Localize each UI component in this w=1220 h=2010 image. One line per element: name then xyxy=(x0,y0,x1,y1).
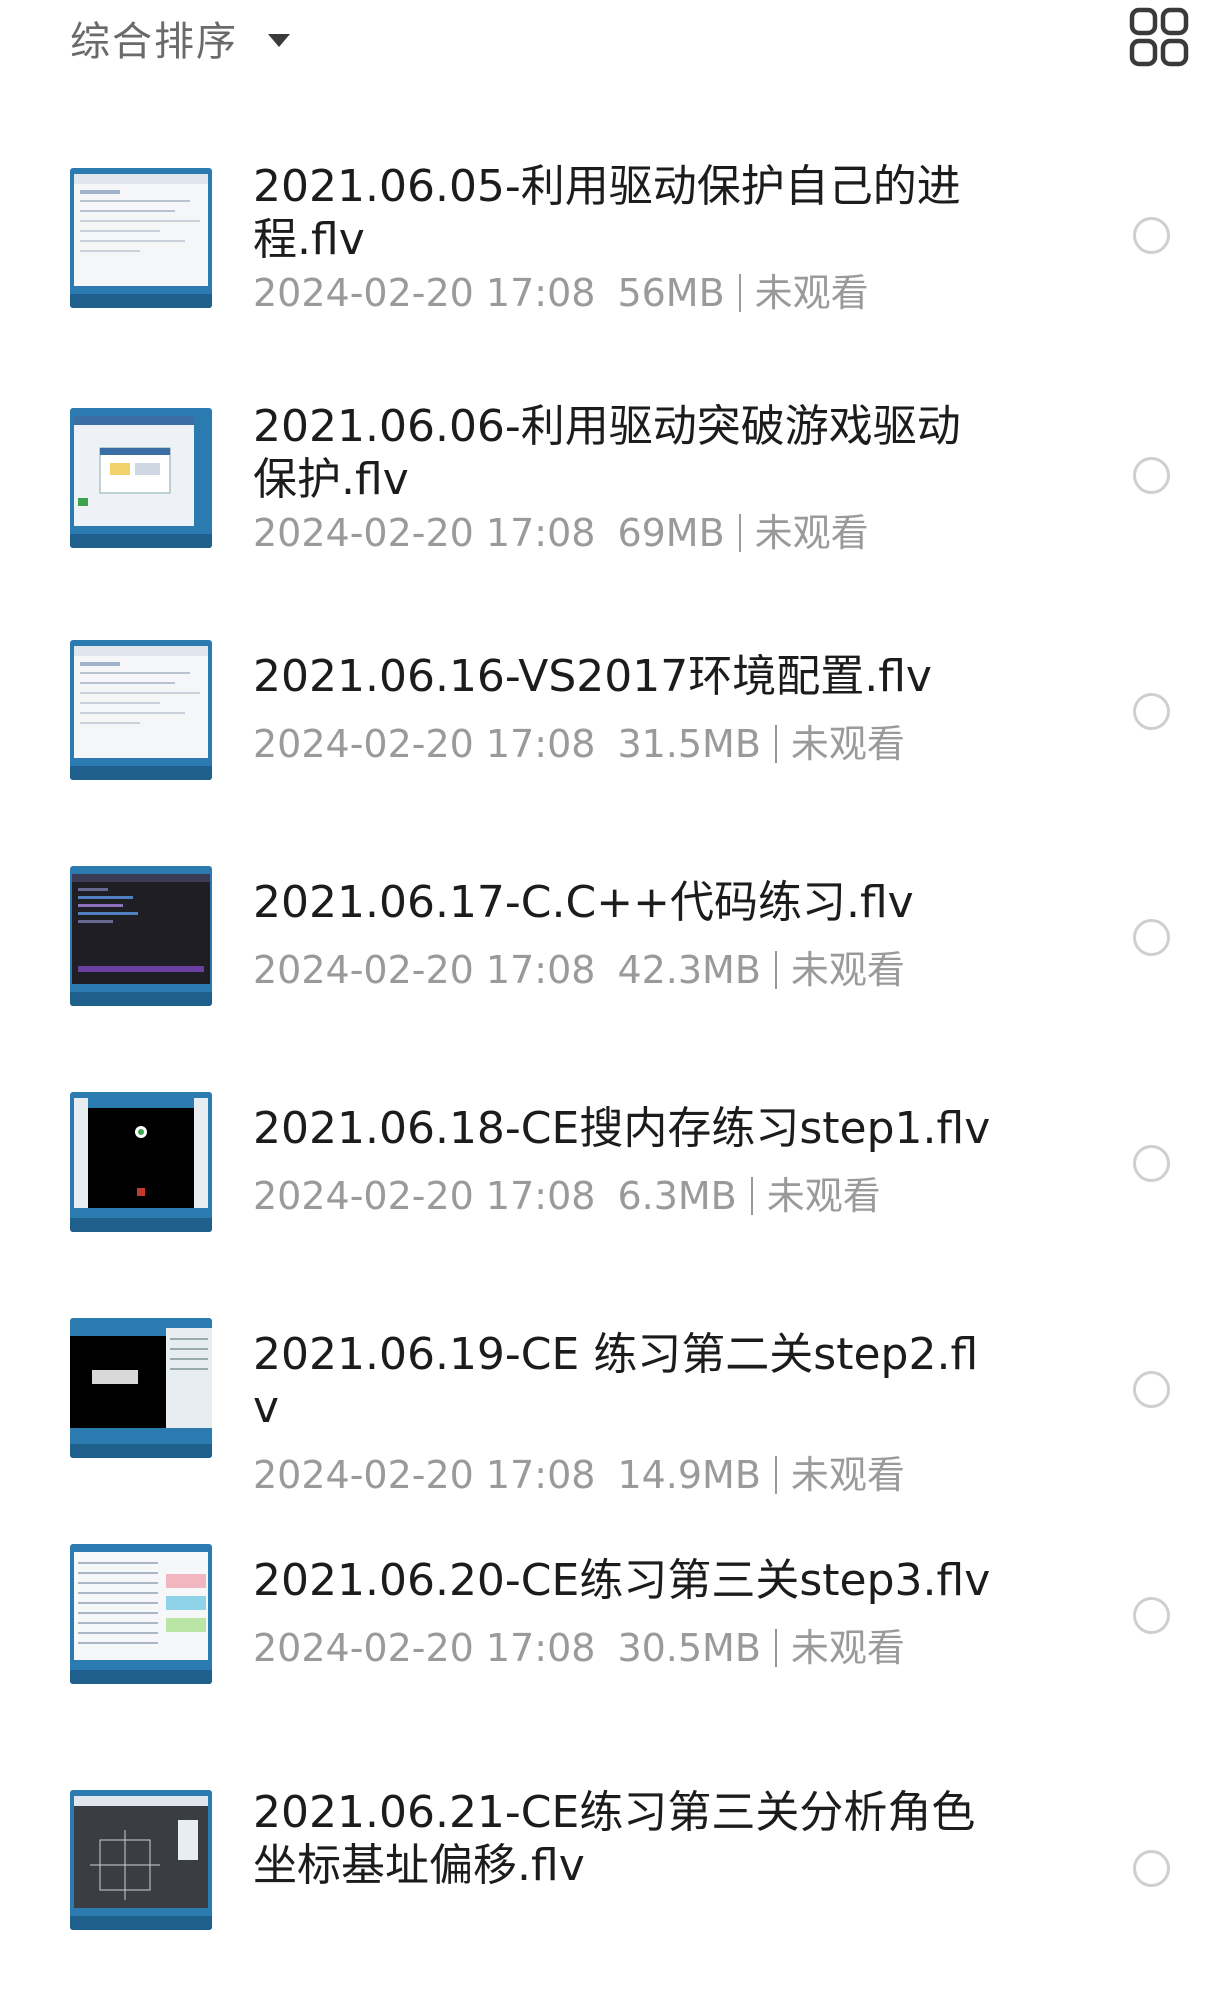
file-title: 2021.06.19-CE 练习第二关step2.flv xyxy=(253,1329,979,1433)
select-checkbox[interactable] xyxy=(1133,1850,1170,1887)
video-thumbnail xyxy=(70,1092,212,1232)
file-meta: 2024-02-20 17:08 56MB 未观看 xyxy=(253,266,993,320)
video-thumbnail xyxy=(70,866,212,1006)
file-date: 2024-02-20 17:08 xyxy=(253,1453,596,1497)
file-date: 2024-02-20 17:08 xyxy=(253,511,596,555)
file-info: 2021.06.21-CE练习第三关分析角色坐标基址偏移.flv xyxy=(253,1786,993,1892)
file-info: 2021.06.18-CE搜内存练习step1.flv 2024-02-20 17… xyxy=(253,1102,993,1223)
video-thumbnail xyxy=(70,640,212,780)
file-list-item[interactable]: 2021.06.06-利用驱动突破游戏驱动保护.flv 2024-02-20 17… xyxy=(0,400,1220,640)
file-list-item[interactable]: 2021.06.18-CE搜内存练习step1.flv 2024-02-20 17… xyxy=(0,1092,1220,1318)
file-list-item[interactable]: 2021.06.20-CE练习第三关step3.flv 2024-02-20 17… xyxy=(0,1544,1220,1770)
file-size: 6.3MB xyxy=(617,1174,737,1218)
file-date: 2024-02-20 17:08 xyxy=(253,1626,596,1670)
file-date: 2024-02-20 17:08 xyxy=(253,722,596,766)
file-list-item[interactable]: 2021.06.05-利用驱动保护自己的进程.flv 2024-02-20 17:… xyxy=(0,160,1220,400)
file-info: 2021.06.17-C.C++代码练习.flv 2024-02-20 17:08… xyxy=(253,876,993,997)
file-info: 2021.06.05-利用驱动保护自己的进程.flv 2024-02-20 17:… xyxy=(253,160,993,320)
video-thumbnail xyxy=(70,408,212,548)
file-title: 2021.06.05-利用驱动保护自己的进程.flv xyxy=(253,161,961,265)
select-checkbox[interactable] xyxy=(1133,693,1170,730)
select-checkbox[interactable] xyxy=(1133,1145,1170,1182)
grid-view-icon[interactable] xyxy=(1128,6,1190,68)
sort-dropdown-button[interactable]: 综合排序 xyxy=(70,10,290,66)
file-list-item[interactable]: 2021.06.16-VS2017环境配置.flv 2024-02-20 17:0… xyxy=(0,640,1220,866)
meta-divider xyxy=(774,951,777,989)
meta-divider xyxy=(774,1456,777,1494)
meta-divider xyxy=(774,1629,777,1667)
file-title: 2021.06.17-C.C++代码练习.flv xyxy=(253,877,914,928)
meta-divider xyxy=(738,274,741,312)
file-meta: 2024-02-20 17:08 30.5MB 未观看 xyxy=(253,1621,993,1675)
select-checkbox[interactable] xyxy=(1133,217,1170,254)
file-meta: 2024-02-20 17:08 6.3MB 未观看 xyxy=(253,1169,993,1223)
file-title: 2021.06.16-VS2017环境配置.flv xyxy=(253,651,932,702)
file-date: 2024-02-20 17:08 xyxy=(253,948,596,992)
file-meta: 2024-02-20 17:08 14.9MB 未观看 xyxy=(253,1448,993,1502)
file-size: 42.3MB xyxy=(617,948,761,992)
select-checkbox[interactable] xyxy=(1133,1597,1170,1634)
file-size: 56MB xyxy=(617,271,725,315)
file-list-item[interactable]: 2021.06.19-CE 练习第二关step2.flv 2024-02-20 1… xyxy=(0,1318,1220,1544)
file-list-item[interactable]: 2021.06.21-CE练习第三关分析角色坐标基址偏移.flv xyxy=(0,1770,1220,2010)
watch-status: 未观看 xyxy=(790,1626,905,1670)
meta-divider xyxy=(738,514,741,552)
file-date: 2024-02-20 17:08 xyxy=(253,1174,596,1218)
file-list-item[interactable]: 2021.06.17-C.C++代码练习.flv 2024-02-20 17:08… xyxy=(0,866,1220,1092)
file-title: 2021.06.18-CE搜内存练习step1.flv xyxy=(253,1103,991,1154)
file-date: 2024-02-20 17:08 xyxy=(253,271,596,315)
file-size: 14.9MB xyxy=(617,1453,761,1497)
file-title: 2021.06.06-利用驱动突破游戏驱动保护.flv xyxy=(253,401,961,505)
meta-divider xyxy=(774,725,777,763)
watch-status: 未观看 xyxy=(754,511,869,555)
file-size: 31.5MB xyxy=(617,722,761,766)
video-thumbnail xyxy=(70,168,212,308)
file-info: 2021.06.19-CE 练习第二关step2.flv 2024-02-20 1… xyxy=(253,1328,993,1502)
top-toolbar: 综合排序 xyxy=(0,0,1220,80)
file-meta: 2024-02-20 17:08 42.3MB 未观看 xyxy=(253,943,993,997)
video-thumbnail xyxy=(70,1544,212,1684)
meta-divider xyxy=(750,1177,753,1215)
file-meta: 2024-02-20 17:08 69MB 未观看 xyxy=(253,506,993,560)
file-info: 2021.06.06-利用驱动突破游戏驱动保护.flv 2024-02-20 17… xyxy=(253,400,993,560)
file-size: 69MB xyxy=(617,511,725,555)
select-checkbox[interactable] xyxy=(1133,457,1170,494)
watch-status: 未观看 xyxy=(754,271,869,315)
video-thumbnail xyxy=(70,1318,212,1458)
file-size: 30.5MB xyxy=(617,1626,761,1670)
caret-down-icon xyxy=(268,33,290,47)
select-checkbox[interactable] xyxy=(1133,1371,1170,1408)
sort-label: 综合排序 xyxy=(70,19,238,65)
file-title: 2021.06.20-CE练习第三关step3.flv xyxy=(253,1555,991,1606)
file-title: 2021.06.21-CE练习第三关分析角色坐标基址偏移.flv xyxy=(253,1787,976,1891)
watch-status: 未观看 xyxy=(766,1174,881,1218)
file-meta: 2024-02-20 17:08 31.5MB 未观看 xyxy=(253,717,993,771)
file-info: 2021.06.20-CE练习第三关step3.flv 2024-02-20 17… xyxy=(253,1554,993,1675)
watch-status: 未观看 xyxy=(790,948,905,992)
watch-status: 未观看 xyxy=(790,1453,905,1497)
video-thumbnail xyxy=(70,1790,212,1930)
select-checkbox[interactable] xyxy=(1133,919,1170,956)
watch-status: 未观看 xyxy=(790,722,905,766)
file-info: 2021.06.16-VS2017环境配置.flv 2024-02-20 17:0… xyxy=(253,650,993,771)
